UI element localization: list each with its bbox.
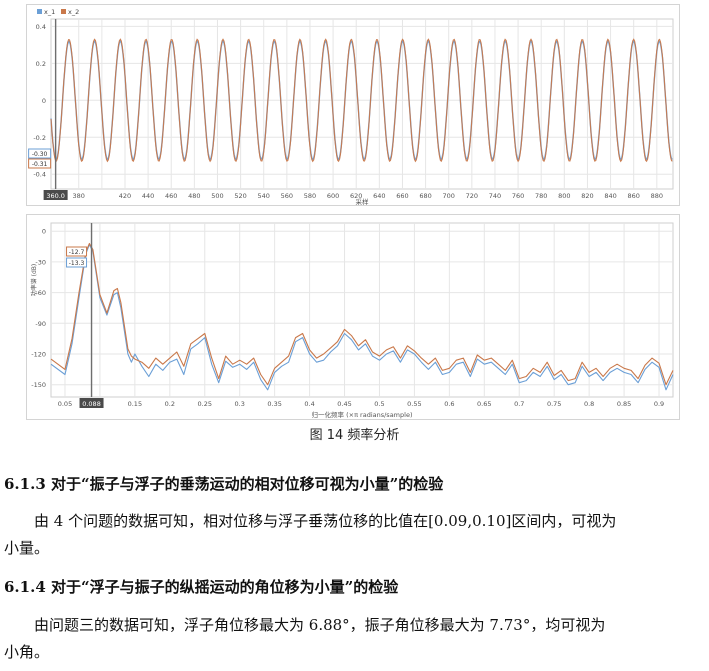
x-tick-label: 740 bbox=[489, 192, 501, 200]
cursor-value: 360.0 bbox=[46, 192, 65, 200]
x-tick-label: 0.05 bbox=[58, 400, 72, 408]
x-tick-label: 860 bbox=[627, 192, 639, 200]
x-tick-label: 640 bbox=[373, 192, 385, 200]
marker-value-x2: -12.7 bbox=[69, 249, 85, 256]
x-tick-label: 520 bbox=[234, 192, 246, 200]
y-tick-label: -0.4 bbox=[33, 171, 46, 179]
x-tick-label: 560 bbox=[281, 192, 293, 200]
x-tick-label: 0.6 bbox=[444, 400, 454, 408]
marker-value-x1: -0.30 bbox=[32, 151, 48, 158]
x-tick-label: 780 bbox=[535, 192, 547, 200]
x-tick-label: 0.75 bbox=[547, 400, 561, 408]
paragraph-line: 由 4 个问题的数据可知，相对位移与浮子垂荡位移的比值在[0.09,0.10]区… bbox=[34, 512, 617, 530]
y-tick-label: -0.2 bbox=[33, 134, 46, 142]
x-tick-label: 440 bbox=[142, 192, 154, 200]
section-paragraph-6-1-4: 由问题三的数据可知，浮子角位移最大为 6.88°，振子角位移最大为 7.73°，… bbox=[4, 612, 694, 666]
frequency-analysis-figure: 3603804204404604805005205405605806006206… bbox=[26, 4, 680, 420]
x-tick-label: 840 bbox=[604, 192, 616, 200]
section-heading-6-1-3: 6.1.3 对于“振子与浮子的垂荡运动的相对位移可视为小量”的检验 bbox=[4, 475, 444, 493]
x-tick-label: 0.25 bbox=[198, 400, 212, 408]
x-tick-label: 0.7 bbox=[514, 400, 524, 408]
y-tick-label: 0.2 bbox=[36, 60, 46, 68]
x-tick-label: 720 bbox=[466, 192, 478, 200]
x-tick-label: 700 bbox=[442, 192, 454, 200]
x-tick-label: 480 bbox=[188, 192, 200, 200]
paragraph-line: 由问题三的数据可知，浮子角位移最大为 6.88°，振子角位移最大为 7.73°，… bbox=[34, 616, 606, 634]
section-paragraph-6-1-3: 由 4 个问题的数据可知，相对位移与浮子垂荡位移的比值在[0.09,0.10]区… bbox=[4, 508, 694, 562]
section-heading-6-1-4: 6.1.4 对于“浮子与振子的纵摇运动的角位移为小量”的检验 bbox=[4, 578, 399, 596]
x-tick-label: 0.9 bbox=[654, 400, 664, 408]
y-axis-label: 功率谱 (dB) bbox=[30, 264, 38, 297]
x-tick-label: 0.2 bbox=[165, 400, 175, 408]
figure-caption: 图 14 频率分析 bbox=[309, 428, 400, 443]
x-tick-label: 660 bbox=[396, 192, 408, 200]
x-tick-label: 600 bbox=[327, 192, 339, 200]
x-tick-label: 800 bbox=[558, 192, 570, 200]
y-tick-label: -150 bbox=[31, 381, 46, 389]
x-tick-label: 460 bbox=[165, 192, 177, 200]
legend-label-x1: x_1 bbox=[44, 8, 55, 16]
paragraph-line: 小量。 bbox=[4, 539, 50, 557]
legend-swatch-x2 bbox=[61, 9, 66, 14]
x-axis-label: 归一化频率 (×π radians/sample) bbox=[312, 410, 413, 419]
power-spectrum-plot: 0.05 0.15 0.2 0.25 0.3 0.35 0.4 0.45 0.5 0.55 0.6 0… bbox=[30, 222, 674, 419]
y-tick-label: 0.4 bbox=[36, 23, 46, 31]
x-tick-label: 0.55 bbox=[407, 400, 421, 408]
time-domain-plot: 3603804204404604805005205405605806006206… bbox=[28, 8, 674, 205]
x-tick-label: 0.45 bbox=[337, 400, 351, 408]
x-tick-label: 500 bbox=[211, 192, 223, 200]
x-tick-label: 0.65 bbox=[477, 400, 491, 408]
x-tick-label: 680 bbox=[419, 192, 431, 200]
x-tick-label: 880 bbox=[651, 192, 663, 200]
legend-swatch-x1 bbox=[37, 9, 42, 14]
x-tick-label: 380 bbox=[73, 192, 85, 200]
x-tick-label: 0.35 bbox=[267, 400, 281, 408]
marker-value-x2: -0.31 bbox=[32, 161, 48, 168]
x-tick-label: 760 bbox=[512, 192, 524, 200]
y-tick-label: 0 bbox=[42, 97, 46, 105]
x-tick-label: 0.85 bbox=[617, 400, 631, 408]
x-tick-label: 540 bbox=[258, 192, 270, 200]
y-tick-label: -120 bbox=[31, 351, 46, 359]
x-tick-label: 0.15 bbox=[128, 400, 142, 408]
x-tick-label: 820 bbox=[581, 192, 593, 200]
cursor-value: 0.088 bbox=[82, 400, 101, 408]
y-tick-label: -90 bbox=[35, 320, 46, 328]
x-axis-label: 采样 bbox=[356, 197, 370, 205]
x-tick-label: 0.4 bbox=[304, 400, 314, 408]
x-tick-label: 0.5 bbox=[374, 400, 384, 408]
marker-value-x1: -13.3 bbox=[69, 260, 85, 267]
x-tick-label: 0.3 bbox=[235, 400, 245, 408]
paragraph-line: 小角。 bbox=[4, 643, 50, 661]
legend-label-x2: x_2 bbox=[68, 8, 79, 16]
y-tick-label: 0 bbox=[42, 228, 46, 236]
x-tick-label: 0.8 bbox=[584, 400, 594, 408]
x-tick-label: 580 bbox=[304, 192, 316, 200]
power-spectrum-chart: 0.05 0.15 0.2 0.25 0.3 0.35 0.4 0.45 0.5 0.55 0.6 0… bbox=[26, 214, 680, 420]
x-tick-label: 420 bbox=[119, 192, 131, 200]
time-domain-chart: 3603804204404604805005205405605806006206… bbox=[26, 4, 680, 206]
